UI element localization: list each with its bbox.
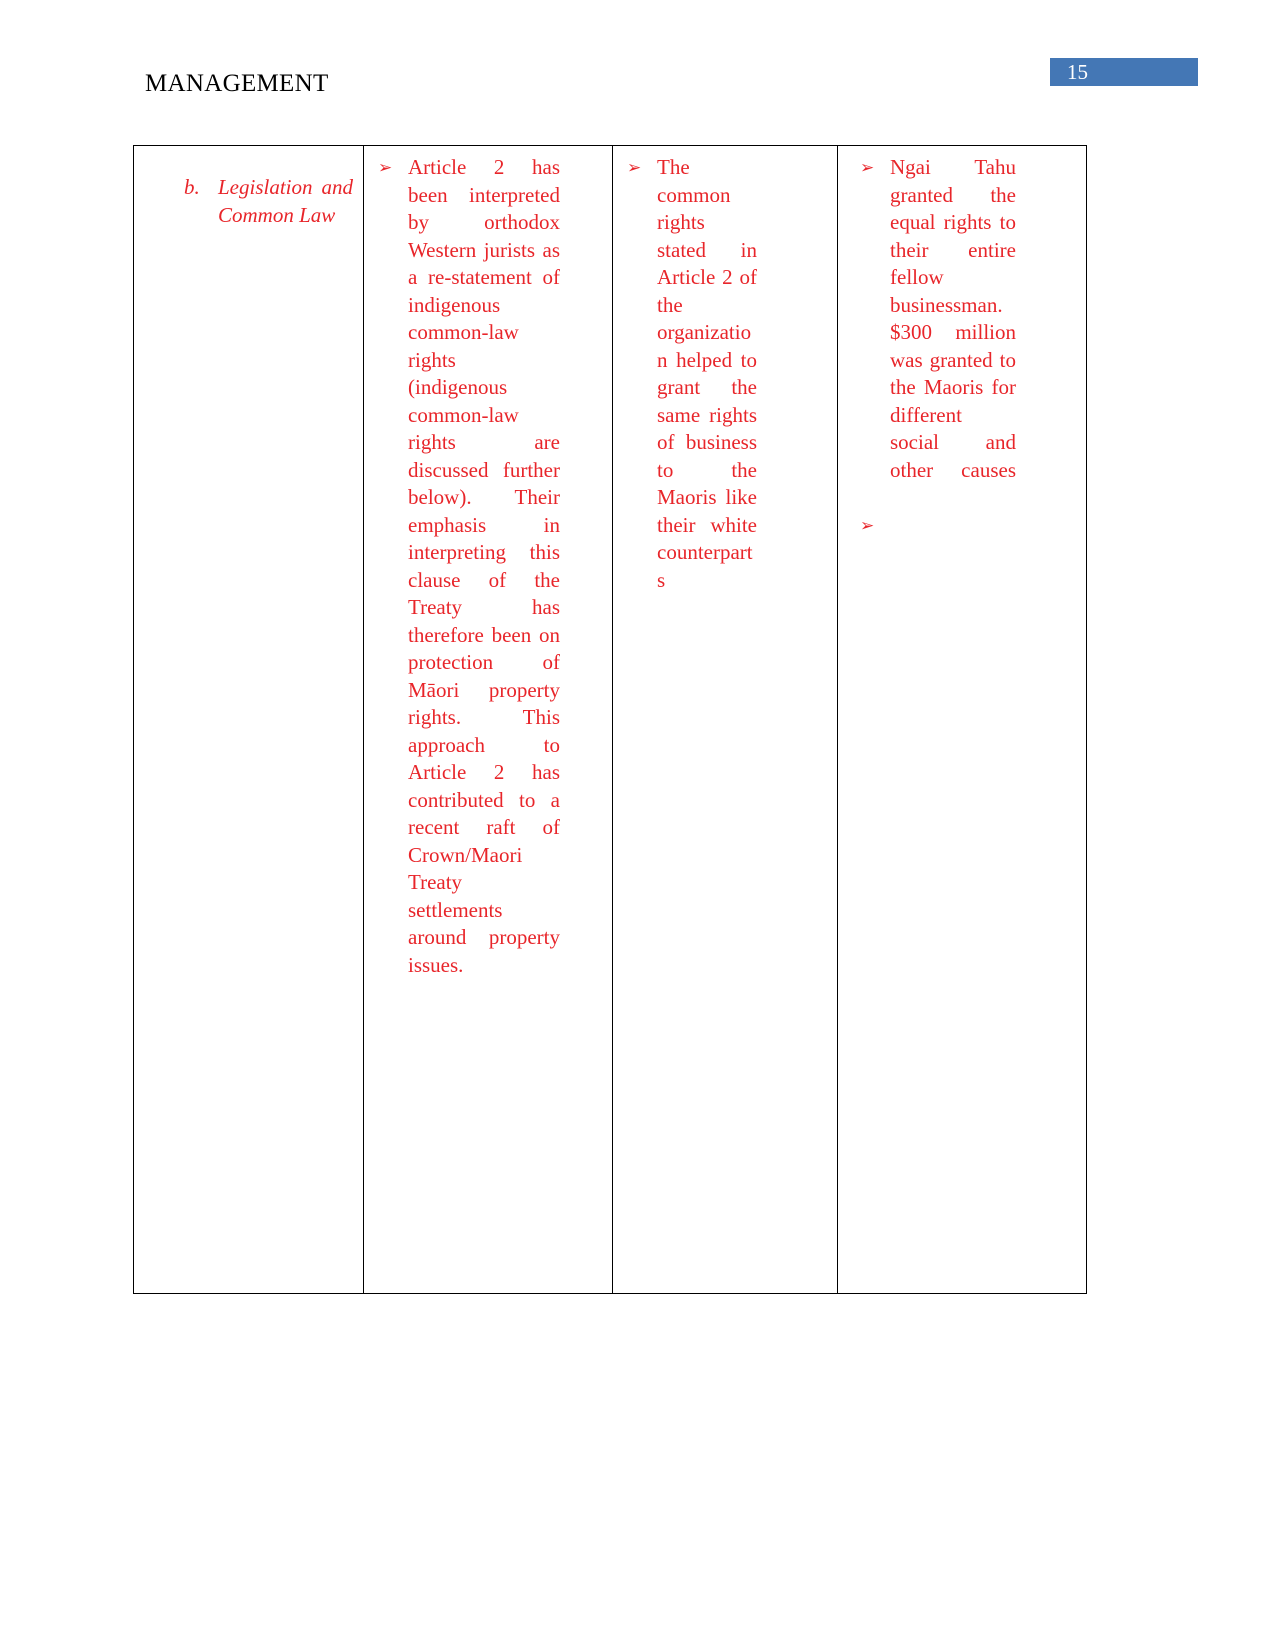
list-item-empty: ➢ <box>852 512 1076 541</box>
topic-list-item: b. Legislation and Common Law <box>184 174 353 229</box>
list-marker-icon: b. <box>184 175 200 199</box>
list-item-text <box>890 512 1016 541</box>
table-cell-settlement: ➢ Ngai Tahu granted the equal rights to … <box>837 145 1087 1294</box>
bullet-arrow-icon: ➢ <box>627 158 642 178</box>
bullet-arrow-icon: ➢ <box>860 158 875 178</box>
list-item-text: Ngai Tahu granted the equal rights to th… <box>890 155 1016 482</box>
table-cell-topic: b. Legislation and Common Law <box>133 145 364 1294</box>
list-item-text: The common rights stated in Article 2 of… <box>657 155 757 592</box>
list-item: ➢ The common rights stated in Article 2 … <box>619 154 827 622</box>
bullet-arrow-icon: ➢ <box>378 158 393 178</box>
table-cell-interpretation: ➢ Article 2 has been interpreted by orth… <box>363 145 613 1294</box>
content-table: b. Legislation and Common Law ➢ Article … <box>133 145 1087 1294</box>
list-item-text: Article 2 has been interpreted by orthod… <box>408 155 560 977</box>
table-cell-common-rights: ➢ The common rights stated in Article 2 … <box>612 145 838 1294</box>
table-row: b. Legislation and Common Law ➢ Article … <box>133 145 1087 1294</box>
page-header: MANAGEMENT 15 <box>0 0 1275 130</box>
topic-label: Legislation and Common Law <box>218 175 353 227</box>
list-item: ➢ Article 2 has been interpreted by orth… <box>370 154 602 1007</box>
page-number-badge: 15 <box>1050 58 1198 86</box>
page-title: MANAGEMENT <box>145 70 329 97</box>
list-item: ➢ Ngai Tahu granted the equal rights to … <box>852 154 1076 512</box>
document-page: MANAGEMENT 15 b. Legislation and Common … <box>0 0 1275 1650</box>
bullet-arrow-icon: ➢ <box>860 515 875 536</box>
page-number-label: 15 <box>1067 60 1088 84</box>
